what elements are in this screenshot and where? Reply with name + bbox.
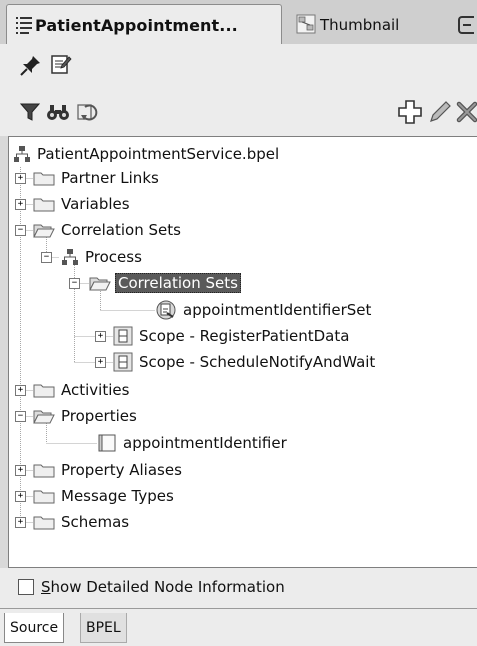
expander[interactable]: − [15,225,26,236]
tree-node-root[interactable]: PatientAppointmentService.bpel [13,141,279,167]
tree-node-variables[interactable]: Variables [33,191,130,217]
expander[interactable]: − [41,252,52,263]
expander[interactable]: + [15,491,26,502]
editor-tab-strip: PatientAppointment... Thumbnail [0,0,477,44]
tree-node-process[interactable]: Process [61,244,142,270]
toolbar-top [0,44,477,84]
delete-icon[interactable] [456,101,477,123]
process-hierarchy-icon [62,249,78,265]
expander[interactable]: + [95,357,106,368]
folder-open-icon [89,277,111,291]
expander[interactable]: + [15,517,26,528]
minimize-window-icon[interactable] [458,16,474,34]
bpel-tree[interactable]: + + − − − + + + − + + + PatientAppointme… [8,136,477,568]
folder-icon [33,516,55,530]
tree-node-process-correlation-sets[interactable]: Correlation Sets [89,270,241,296]
tree-node-label: Properties [61,407,137,425]
folder-icon [33,384,55,398]
tree-node-label: Partner Links [61,169,159,187]
tree-node-label: Correlation Sets [61,221,181,239]
expander[interactable]: − [15,411,26,422]
tree-node-partner-links[interactable]: Partner Links [33,165,159,191]
navigator-list-icon [16,17,32,34]
tree-node-label: Schemas [61,513,130,531]
expander[interactable]: + [15,173,26,184]
show-detailed-label: Show Detailed Node Information [41,578,285,596]
edit-icon[interactable] [50,53,72,75]
tree-node-appointment-identifier[interactable]: appointmentIdentifier [97,430,287,456]
divider [0,608,477,609]
folder-icon [33,464,55,478]
pin-icon[interactable] [20,54,42,76]
tree-node-label: appointmentIdentifierSet [183,301,372,319]
folder-icon [33,172,55,186]
show-detailed-checkbox[interactable] [18,579,34,595]
tree-node-label: Message Types [61,487,174,505]
tree-node-label: Scope - RegisterPatientData [139,327,350,345]
tree-node-activities[interactable]: Activities [33,377,129,403]
folder-icon [33,198,55,212]
tree-node-property-aliases[interactable]: Property Aliases [33,457,182,483]
refresh-icon[interactable] [76,101,100,123]
scope-icon [113,326,133,346]
folder-icon [33,490,55,504]
tree-node-scope-schedule[interactable]: Scope - ScheduleNotifyAndWait [113,349,375,375]
tree-node-message-types[interactable]: Message Types [33,483,174,509]
expander[interactable]: + [15,385,26,396]
tree-node-label: Property Aliases [61,461,182,479]
process-hierarchy-icon [14,146,30,162]
thumbnail-icon [296,14,316,34]
label-rest: how Detailed Node Information [50,578,285,596]
tab-label: PatientAppointment... [35,16,238,35]
tab-label: Thumbnail [320,16,400,34]
find-icon[interactable] [46,102,70,122]
tree-node-label: PatientAppointmentService.bpel [37,145,280,163]
scope-icon [113,352,133,372]
tab-thumbnail[interactable]: Thumbnail [288,10,428,44]
expander[interactable]: + [15,199,26,210]
tree-node-scope-register[interactable]: Scope - RegisterPatientData [113,323,349,349]
tree-node-correlation-sets[interactable]: Correlation Sets [33,217,181,243]
tree-node-label: Variables [61,195,130,213]
tab-source[interactable]: Source [4,613,65,643]
tree-node-appointment-identifier-set[interactable]: appointmentIdentifierSet [155,297,371,323]
expander[interactable]: − [69,278,80,289]
tree-node-label: Correlation Sets [115,273,241,293]
tab-patient-appointment[interactable]: PatientAppointment... [6,4,282,44]
tab-bpel[interactable]: BPEL [80,613,127,643]
correlation-set-icon [156,300,176,320]
show-detailed-option[interactable]: Show Detailed Node Information [18,578,285,596]
expander[interactable]: + [95,331,106,342]
expander[interactable]: + [15,465,26,476]
folder-open-icon [33,410,55,424]
tree-node-label: Scope - ScheduleNotifyAndWait [139,353,376,371]
pencil-icon[interactable] [428,100,452,124]
tree-node-properties[interactable]: Properties [33,403,137,429]
add-icon[interactable] [398,100,422,124]
tree-node-label: Activities [61,381,130,399]
filter-icon[interactable] [20,102,40,122]
property-icon [98,434,116,452]
tree-node-label: appointmentIdentifier [123,434,287,452]
mnemonic-letter: S [41,578,51,596]
folder-open-icon [33,224,55,238]
tree-node-schemas[interactable]: Schemas [33,509,129,535]
tree-node-label: Process [85,248,142,266]
toolbar-actions [0,84,477,136]
